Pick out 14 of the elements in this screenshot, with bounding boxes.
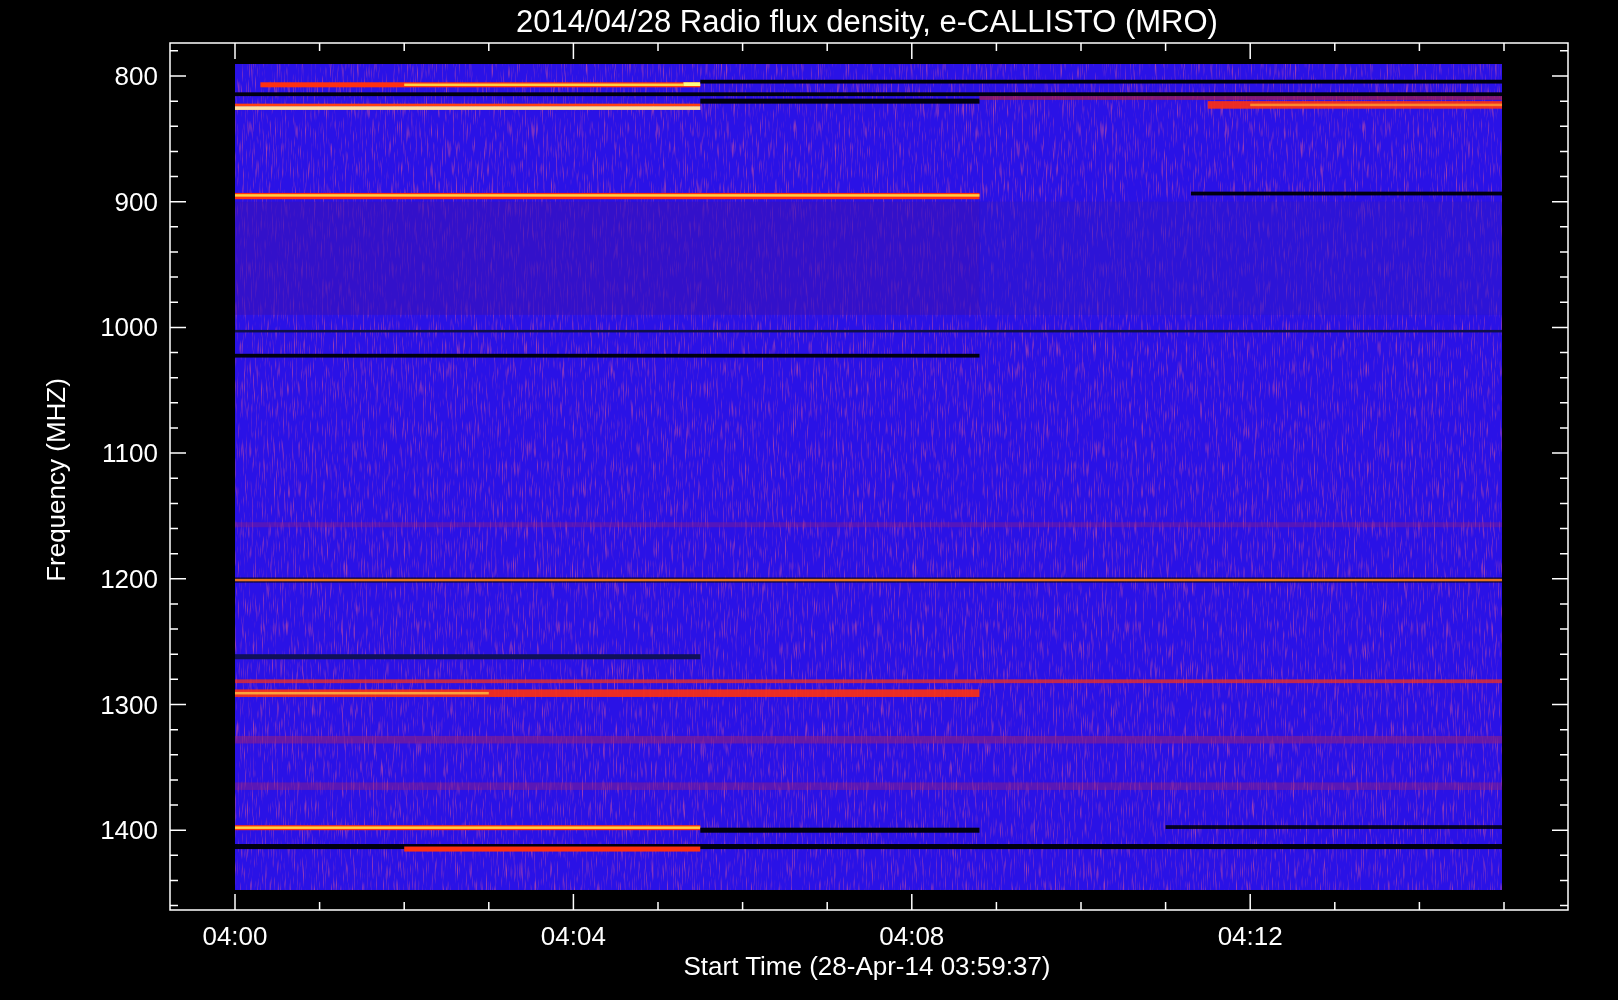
y-tick-label: 1000 [100, 312, 158, 343]
y-tick-label: 1200 [100, 563, 158, 594]
y-tick-label: 1100 [102, 438, 158, 469]
chart-title: 2014/04/28 Radio flux density, e-CALLISTO (MRO) [516, 4, 1218, 39]
y-axis-title: Frequency (MHZ) [41, 378, 71, 582]
x-tick-label: 04:08 [879, 921, 945, 951]
y-tick-label: 800 [114, 61, 158, 91]
x-tick-label: 04:04 [540, 921, 606, 951]
y-tick-label: 900 [114, 186, 158, 217]
y-tick-label: 1400 [100, 815, 158, 846]
y-tick-label: 1300 [100, 689, 158, 720]
x-tick-label: 04:00 [202, 921, 268, 951]
x-tick-label: 04:12 [1217, 921, 1283, 951]
x-axis-title: Start Time (28-Apr-14 03:59:37) [683, 951, 1051, 981]
